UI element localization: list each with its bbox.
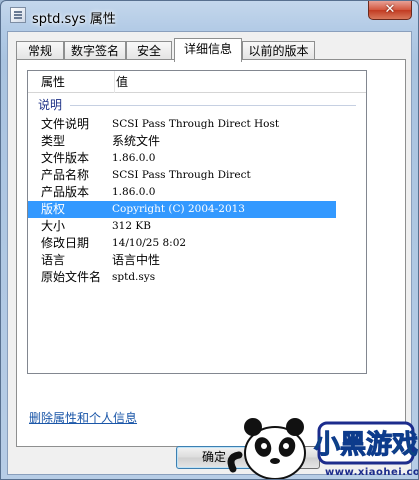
property-name: 大小 [41,219,66,233]
file-icon [10,7,26,23]
title-bar[interactable]: sptd.sys 属性 ✕ [1,1,418,31]
list-item[interactable]: 语言 语言中性 [28,252,366,269]
tab-previous-versions[interactable]: 以前的版本 [242,41,315,61]
property-value: 语言中性 [112,253,161,267]
property-name: 原始文件名 [41,270,102,284]
watermark-url: www.xiaohei.com [325,467,418,478]
property-value: 14/10/25 8:02 [112,237,187,249]
properties-window: sptd.sys 属性 ✕ 常规 数字签名 安全 详细信息 以前的版本 属性 值… [0,0,419,480]
list-item[interactable]: 产品版本 1.86.0.0 [28,184,366,201]
list-item-selected[interactable]: 版权 Copyright (C) 2004-2013 [28,201,336,218]
list-item[interactable]: 文件说明 SCSI Pass Through Direct Host [28,116,366,133]
group-header-description: 说明 [38,96,356,114]
close-button[interactable]: ✕ [368,1,412,20]
property-name: 类型 [41,134,66,148]
column-header-property[interactable]: 属性 [41,71,65,93]
property-value: SCSI Pass Through Direct Host [112,118,280,130]
details-panel: 属性 值 说明 文件说明 SCSI Pass Through Direct Ho… [16,59,406,447]
list-header: 属性 值 [28,71,366,93]
property-value: Copyright (C) 2004-2013 [112,203,245,215]
list-item[interactable]: 修改日期 14/10/25 8:02 [28,235,366,252]
tab-digital-signatures[interactable]: 数字签名 [64,41,126,61]
property-name: 修改日期 [41,236,90,250]
list-item[interactable]: 文件版本 1.86.0.0 [28,150,366,167]
site-watermark: 小黑游戏 www.xiaohei.com [223,409,418,479]
list-item[interactable]: 大小 312 KB [28,218,366,235]
group-divider-line [70,105,356,106]
property-value: 1.86.0.0 [112,152,156,164]
details-list[interactable]: 属性 值 说明 文件说明 SCSI Pass Through Direct Ho… [27,70,367,374]
property-value: 312 KB [112,220,151,232]
group-label: 说明 [38,96,67,114]
tab-strip: 常规 数字签名 安全 详细信息 以前的版本 [16,38,406,62]
remove-properties-link[interactable]: 删除属性和个人信息 [29,409,137,426]
property-name: 文件说明 [41,117,90,131]
property-name: 语言 [41,253,66,267]
column-divider[interactable] [114,71,115,93]
list-item[interactable]: 类型 系统文件 [28,133,366,150]
property-name: 产品名称 [41,168,90,182]
property-name: 版权 [41,202,66,216]
property-value: SCSI Pass Through Direct [112,169,251,181]
column-header-value[interactable]: 值 [116,71,128,93]
tab-security[interactable]: 安全 [126,41,172,61]
tab-details[interactable]: 详细信息 [174,38,242,62]
property-name: 文件版本 [41,151,90,165]
property-value: 1.86.0.0 [112,186,156,198]
property-value: sptd.sys [112,271,156,283]
property-value: 系统文件 [112,134,161,148]
svg-text:小黑游戏: 小黑游戏 [314,430,418,460]
property-name: 产品版本 [41,185,90,199]
tab-general[interactable]: 常规 [16,41,64,61]
list-item[interactable]: 原始文件名 sptd.sys [28,269,366,286]
list-item[interactable]: 产品名称 SCSI Pass Through Direct [28,167,366,184]
list-rows: 文件说明 SCSI Pass Through Direct Host 类型 系统… [28,116,366,286]
window-title: sptd.sys 属性 [32,12,116,27]
